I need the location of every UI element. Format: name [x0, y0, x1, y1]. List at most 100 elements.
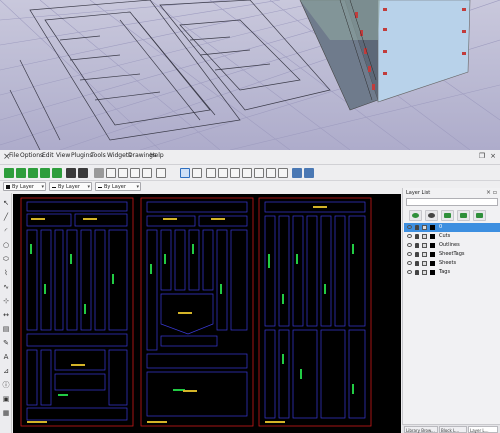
- layer-row[interactable]: Sheets: [404, 259, 500, 268]
- layer-row[interactable]: SheetTags: [404, 250, 500, 259]
- redraw-icon[interactable]: [206, 168, 216, 178]
- remove-layer-button[interactable]: [457, 210, 470, 221]
- pen-width-combo[interactable]: By Layer ▾: [49, 182, 92, 191]
- pen-linetype-combo[interactable]: By Layer ▾: [95, 182, 141, 191]
- lock-icon[interactable]: [415, 243, 419, 248]
- snap-grid-icon[interactable]: [304, 168, 314, 178]
- modify-icon[interactable]: ✎: [2, 339, 10, 347]
- layer-color-swatch[interactable]: [430, 225, 435, 230]
- menu-options[interactable]: Options: [20, 152, 43, 159]
- undo-icon[interactable]: [130, 168, 140, 178]
- hide-all-layers-button[interactable]: [425, 210, 438, 221]
- pen-color-combo[interactable]: By Layer ▾: [3, 182, 46, 191]
- lock-icon[interactable]: [415, 270, 419, 275]
- menu-help[interactable]: Help: [150, 152, 164, 159]
- block-icon[interactable]: ▣: [2, 395, 10, 403]
- snap-icon[interactable]: ⊹: [2, 297, 10, 305]
- save-as-icon[interactable]: [52, 168, 62, 178]
- properties-icon[interactable]: [156, 168, 166, 178]
- image-icon[interactable]: ▦: [2, 409, 10, 417]
- cad-tools-sidebar: ↖ ╱ ◜ ○ ⬭ ⌇ ∿ ⊹ ↔ ▤ ✎ A ⊿ ⓘ ▣ ▦: [0, 193, 12, 433]
- tab-library-browser[interactable]: Library Brow...: [404, 426, 438, 433]
- zoom-in-icon[interactable]: [218, 168, 228, 178]
- polyline-icon[interactable]: ⌇: [2, 269, 10, 277]
- show-all-layers-button[interactable]: [409, 210, 422, 221]
- lock-icon[interactable]: [415, 225, 419, 230]
- layer-row[interactable]: Outlines: [404, 241, 500, 250]
- add-icon: [444, 213, 451, 218]
- window-close-icon[interactable]: ×: [489, 152, 497, 160]
- redo-icon[interactable]: [142, 168, 152, 178]
- edit-layer-button[interactable]: [473, 210, 486, 221]
- print-icon[interactable]: [422, 270, 427, 275]
- zoom-previous-icon[interactable]: [254, 168, 264, 178]
- layer-name: Outlines: [439, 242, 460, 248]
- eye-icon[interactable]: [407, 243, 412, 247]
- layer-row[interactable]: 0: [404, 223, 500, 232]
- eye-icon[interactable]: [407, 261, 412, 265]
- eye-icon[interactable]: [407, 225, 412, 229]
- zoom-window-icon[interactable]: [266, 168, 276, 178]
- measure-icon[interactable]: ⊿: [2, 367, 10, 375]
- ellipse-icon[interactable]: ⬭: [2, 255, 10, 263]
- layer-color-swatch[interactable]: [430, 270, 435, 275]
- print-icon[interactable]: [422, 261, 427, 266]
- print-icon[interactable]: [422, 225, 427, 230]
- lock-icon[interactable]: [415, 261, 419, 266]
- info-icon[interactable]: ⓘ: [2, 381, 10, 389]
- layer-color-swatch[interactable]: [430, 243, 435, 248]
- add-layer-button[interactable]: [441, 210, 454, 221]
- zoom-auto-icon[interactable]: [242, 168, 252, 178]
- print-icon[interactable]: [422, 252, 427, 257]
- text-icon[interactable]: A: [2, 353, 10, 361]
- drawing-canvas[interactable]: [13, 194, 401, 433]
- open-file-icon[interactable]: [28, 168, 38, 178]
- eye-icon[interactable]: [407, 234, 412, 238]
- tab-layer-list[interactable]: Layer L...: [468, 426, 498, 433]
- cut-icon[interactable]: [94, 168, 104, 178]
- copy-icon[interactable]: [106, 168, 116, 178]
- linetype-swatch: [98, 187, 102, 188]
- lock-icon[interactable]: [415, 252, 419, 257]
- eye-icon[interactable]: [407, 252, 412, 256]
- zoom-out-icon[interactable]: [230, 168, 240, 178]
- eye-icon[interactable]: [407, 270, 412, 274]
- panel-close-icon[interactable]: × ▫: [486, 189, 497, 196]
- layer-filter-input[interactable]: [406, 198, 498, 206]
- 3d-preview-viewport[interactable]: [0, 0, 500, 150]
- layer-row[interactable]: Cuts: [404, 232, 500, 241]
- eye-icon: [412, 213, 419, 218]
- hatch-icon[interactable]: ▤: [2, 325, 10, 333]
- new-file-icon[interactable]: [4, 168, 14, 178]
- layer-name: Cuts: [439, 233, 451, 239]
- layer-row[interactable]: Tags: [404, 268, 500, 277]
- menu-plugins[interactable]: Plugins: [71, 152, 93, 159]
- select-icon[interactable]: ↖: [2, 199, 10, 207]
- paste-icon[interactable]: [118, 168, 128, 178]
- spline-icon[interactable]: ∿: [2, 283, 10, 291]
- snap-free-icon[interactable]: [292, 168, 302, 178]
- new-from-template-icon[interactable]: [16, 168, 26, 178]
- layer-color-swatch[interactable]: [430, 261, 435, 266]
- circle-icon[interactable]: ○: [2, 241, 10, 249]
- grid-toggle-icon[interactable]: [180, 168, 190, 178]
- print-preview-icon[interactable]: [78, 168, 88, 178]
- dimension-icon[interactable]: ↔: [2, 311, 10, 319]
- lock-icon[interactable]: [415, 234, 419, 239]
- print-icon[interactable]: [66, 168, 76, 178]
- tab-block-list[interactable]: Block L...: [439, 426, 467, 433]
- menu-file[interactable]: File: [9, 152, 19, 159]
- print-icon[interactable]: [422, 234, 427, 239]
- layer-color-swatch[interactable]: [430, 234, 435, 239]
- restore-icon[interactable]: ❐: [478, 152, 486, 160]
- line-icon[interactable]: ╱: [2, 213, 10, 221]
- menu-view[interactable]: View: [56, 152, 70, 159]
- arc-icon[interactable]: ◜: [2, 227, 10, 235]
- layer-color-swatch[interactable]: [430, 252, 435, 257]
- save-icon[interactable]: [40, 168, 50, 178]
- menu-edit[interactable]: Edit: [42, 152, 54, 159]
- draft-mode-icon[interactable]: [192, 168, 202, 178]
- zoom-pan-icon[interactable]: [278, 168, 288, 178]
- print-icon[interactable]: [422, 243, 427, 248]
- menu-tools[interactable]: Tools: [91, 152, 106, 159]
